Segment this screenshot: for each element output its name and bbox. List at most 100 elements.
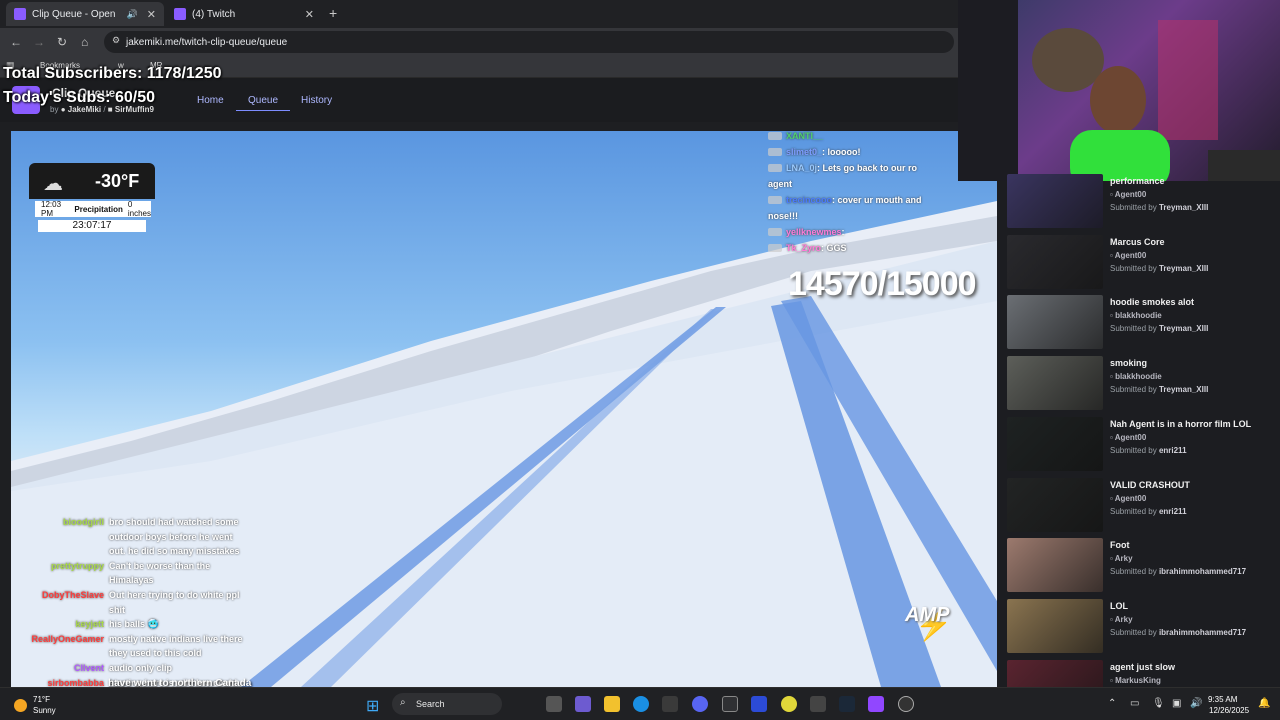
reload-icon[interactable]: ↻ (57, 35, 67, 49)
clip-submitter: Submitted by Treyman_XIII (1110, 264, 1208, 273)
chat-message: agent (768, 179, 792, 189)
submitted-by-label: Submitted by (1110, 385, 1157, 394)
app-icon[interactable] (810, 696, 826, 712)
steam-icon[interactable] (839, 696, 855, 712)
channel-name: blakkhoodie (1115, 311, 1162, 320)
chat-message: LNA_0j: Lets go back to our ro (768, 163, 918, 173)
task-view-icon[interactable] (546, 696, 562, 712)
clip-thumbnail[interactable] (1007, 356, 1103, 410)
start-windows-icon[interactable]: ⊞ (366, 696, 379, 716)
network-icon[interactable]: ▣ (1172, 698, 1181, 709)
clip-submitter: Submitted by ibrahimmohammed717 (1110, 567, 1246, 576)
discord-icon[interactable] (692, 696, 708, 712)
nav-history[interactable]: History (301, 95, 332, 106)
chat-username[interactable]: trecincooo (786, 195, 832, 205)
chat-text: mostly native indians live there (109, 634, 243, 644)
taskbar-date: 12/26/2025 (1209, 706, 1250, 715)
chat-username[interactable]: XANTI__ (786, 131, 823, 141)
clip-thumbnail[interactable] (1007, 538, 1103, 592)
microphone-icon[interactable]: 🎙 (1152, 698, 1165, 709)
taskbar-search[interactable]: ⌕ Search (392, 693, 502, 715)
chat-message: Tk_Zyro: GGS (768, 243, 847, 253)
forward-arrow-icon[interactable]: → (33, 35, 45, 49)
store-icon[interactable] (662, 696, 678, 712)
close-tab-icon[interactable]: ✕ (305, 8, 314, 21)
chat-username[interactable]: Cllvent (74, 663, 104, 673)
new-tab-button[interactable]: + (329, 5, 337, 21)
address-bar[interactable]: ⚙ jakemiki.me/twitch-clip-queue/queue (104, 31, 954, 53)
clip-thumbnail[interactable] (1007, 478, 1103, 532)
volume-icon[interactable]: 🔊 (1190, 698, 1202, 709)
browser-toolbar: ← → ↻ ⌂ ⚙ jakemiki.me/twitch-clip-queue/… (0, 28, 958, 56)
clip-title: hoodie smokes alot (1110, 297, 1195, 307)
queue-item[interactable]: VALID CRASHOUT ▫ Agent00 Submitted by enri… (1007, 478, 1277, 534)
queue-item[interactable]: Foot ▫ Arky Submitted by ibrahimmohammed71… (1007, 538, 1277, 594)
weather-clock: 23:07:17 (38, 220, 146, 232)
site-info-icon[interactable]: ⚙ (112, 35, 120, 46)
chat-text: : Lets go back to our ro (817, 163, 918, 173)
clip-thumbnail[interactable] (1007, 417, 1103, 471)
taskbar-condition: Sunny (33, 706, 56, 715)
channel-name: Agent00 (1114, 190, 1147, 199)
clip-thumbnail[interactable] (1007, 295, 1103, 349)
sun-icon[interactable] (14, 699, 27, 712)
clip-thumbnail[interactable] (1007, 599, 1103, 653)
tab-label: (4) Twitch (192, 8, 236, 20)
chat-username[interactable]: LNA_0j (786, 163, 817, 173)
chat-username[interactable]: Tk_Zyro (786, 243, 821, 253)
channel-name: Agent00 (1114, 494, 1147, 503)
queue-item[interactable]: LOL ▫ Arky Submitted by ibrahimmohammed717 (1007, 599, 1277, 655)
clip-thumbnail[interactable] (1007, 235, 1103, 289)
speaker-icon[interactable]: 🔊 (127, 9, 138, 20)
clip-title: LOL (1110, 601, 1128, 611)
webcam-scene (958, 0, 1280, 181)
queue-item[interactable]: smoking ▫ blakkhoodie Submitted by Treyman… (1007, 356, 1277, 412)
chat-text: Out here trying to do white ppl (109, 590, 240, 600)
submitter-name: enri211 (1158, 446, 1187, 455)
chat-username[interactable]: ReallyOneGamer (31, 634, 104, 644)
queue-item[interactable]: Nah Agent is in a horror film LOL ▫ Agent… (1007, 417, 1277, 473)
total-subscribers-text: Total Subscribers: 1178/1250 (3, 65, 222, 82)
chat-username[interactable]: prettytruppy (51, 561, 104, 571)
app-icon[interactable] (751, 696, 767, 712)
weather-widget: ☁ -30°F 12:03 PM Precipitation 0 inches … (29, 163, 155, 233)
file-explorer-icon[interactable] (604, 696, 620, 712)
clip-thumbnail[interactable] (1007, 174, 1103, 228)
chat-username[interactable]: slimet0_ (786, 147, 822, 157)
tab-twitch[interactable]: (4) Twitch ✕ (166, 2, 322, 26)
chevron-up-icon[interactable]: ⌃ (1108, 698, 1116, 709)
clip-video-player[interactable] (11, 131, 997, 687)
home-icon[interactable]: ⌂ (81, 35, 88, 49)
back-arrow-icon[interactable]: ← (10, 35, 22, 49)
chat-username[interactable]: DobyTheSlave (42, 590, 104, 600)
url-text: jakemiki.me/twitch-clip-queue/queue (126, 36, 288, 48)
chat-text: Can't be worse than the (109, 561, 211, 571)
webcam-feed (958, 0, 1280, 181)
notification-bell-icon[interactable]: 🔔 (1258, 698, 1270, 709)
queue-item[interactable]: performance ▫ Agent00 Submitted by Treyman… (1007, 174, 1277, 230)
chat-username[interactable]: bioodgirll (63, 517, 104, 527)
nav-home[interactable]: Home (197, 95, 224, 106)
tab-clip-queue[interactable]: Clip Queue - Open 🔊 ✕ (6, 2, 164, 26)
close-tab-icon[interactable]: ✕ (147, 8, 156, 21)
nav-queue[interactable]: Queue (236, 95, 291, 111)
submitted-by-label: Submitted by (1110, 446, 1157, 455)
copilot-icon[interactable] (575, 696, 591, 712)
xbox-icon[interactable] (722, 696, 738, 712)
weather-temp: -30°F (95, 171, 140, 191)
twitch-icon[interactable] (868, 696, 884, 712)
clip-title: Foot (1110, 540, 1130, 550)
app-tray-icon[interactable]: ▭ (1130, 698, 1139, 709)
chrome-icon[interactable] (781, 696, 797, 712)
queue-item[interactable]: Marcus Core ▫ Agent00 Submitted by Treyman… (1007, 235, 1277, 291)
clip-channel: ▫ MarkusKing (1110, 676, 1161, 685)
chat-text: Himalayas (109, 575, 154, 585)
obs-icon[interactable] (898, 696, 914, 712)
chat-username[interactable]: keyjett (75, 619, 104, 629)
chat-username[interactable]: yellknewmes (786, 227, 842, 237)
chat-text: outdoor boys before he went (109, 532, 233, 542)
edge-icon[interactable] (633, 696, 649, 712)
today-subs-text: Today's Subs: 60/50 (3, 89, 156, 106)
chat-text: nose!!! (768, 211, 798, 221)
queue-item[interactable]: hoodie smokes alot ▫ blakkhoodie Submitted… (1007, 295, 1277, 351)
